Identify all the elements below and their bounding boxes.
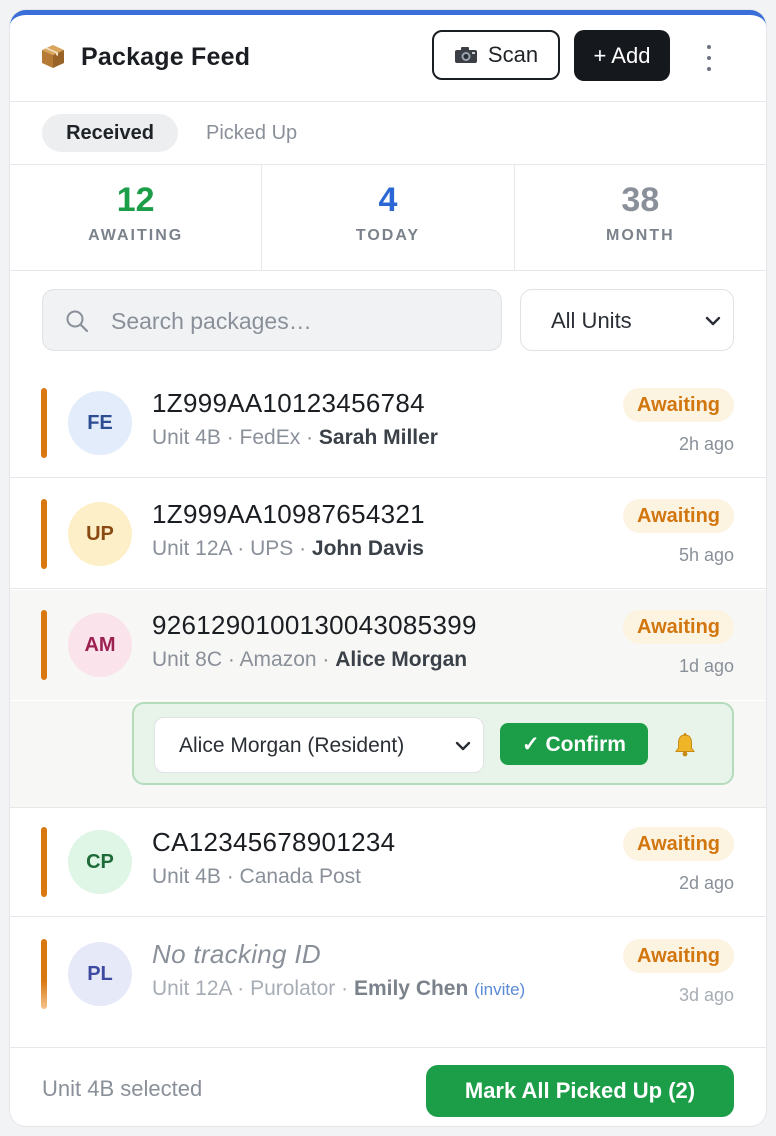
confirm-button[interactable]: ✓ Confirm	[500, 723, 648, 765]
package-meta: Unit 12A · UPS · John Davis	[152, 537, 424, 560]
status-badge: Awaiting	[623, 610, 734, 644]
carrier-avatar: CP	[68, 830, 132, 894]
carrier-avatar: PL	[68, 942, 132, 1006]
status-accent-bar	[41, 610, 47, 680]
pickup-confirm-panel: Alice Morgan (Resident) ✓ Confirm	[132, 702, 734, 785]
package-feed-card: Package Feed Scan + Add Received Picked …	[10, 10, 766, 1126]
carrier-avatar: UP	[68, 502, 132, 566]
tab-received[interactable]: Received	[42, 114, 178, 152]
pickup-by-select[interactable]: Alice Morgan (Resident)	[154, 717, 484, 773]
header: Package Feed Scan + Add	[10, 15, 766, 102]
tab-picked-up[interactable]: Picked Up	[206, 122, 297, 145]
search-icon	[66, 310, 89, 333]
timestamp: 5h ago	[678, 545, 734, 565]
stats-bar: 12 AWAITING 4 TODAY 38 MONTH	[10, 165, 766, 271]
package-row[interactable]: UP 1Z999AA10987654321 Unit 12A · UPS · J…	[10, 479, 766, 589]
tracking-number: 1Z999AA10987654321	[152, 499, 425, 529]
status-accent-bar	[41, 827, 47, 897]
tracking-number: 1Z999AA10123456784	[152, 388, 425, 418]
mark-all-picked-up-button[interactable]: Mark All Picked Up (2)	[426, 1065, 734, 1117]
status-badge: Awaiting	[623, 827, 734, 861]
status-badge: Awaiting	[623, 388, 734, 422]
stat-value: 38	[621, 181, 660, 219]
carrier-avatar: AM	[68, 613, 132, 677]
camera-icon	[454, 47, 477, 63]
timestamp: 1d ago	[678, 656, 734, 676]
package-row-selected[interactable]: AM 9261290100130043085399 Unit 8C · Amaz…	[10, 590, 766, 700]
more-options-icon[interactable]	[700, 45, 718, 71]
package-meta: Unit 4B · FedEx · Sarah Miller	[152, 426, 438, 449]
add-button[interactable]: + Add	[574, 30, 670, 81]
tracking-number: CA12345678901234	[152, 827, 396, 857]
package-row[interactable]: FE 1Z999AA10123456784 Unit 4B · FedEx · …	[10, 368, 766, 478]
selection-status: Unit 4B selected	[42, 1076, 203, 1101]
package-icon	[42, 45, 64, 68]
status-badge: Awaiting	[623, 939, 734, 973]
search-input[interactable]	[109, 304, 483, 338]
status-accent-bar	[41, 388, 47, 458]
package-meta: Unit 8C · Amazon · Alice Morgan	[152, 648, 468, 671]
unit-filter-value: All Units	[551, 308, 632, 333]
stat-month: 38 MONTH	[515, 165, 766, 270]
stat-label: MONTH	[605, 227, 675, 244]
bell-icon[interactable]	[672, 732, 698, 758]
tab-bar: Received Picked Up	[10, 102, 766, 165]
footer-bar: Unit 4B selected Mark All Picked Up (2)	[10, 1047, 766, 1126]
package-row[interactable]: CP CA12345678901234 Unit 4B · Canada Pos…	[10, 807, 766, 917]
pickup-confirm-area: Alice Morgan (Resident) ✓ Confirm	[10, 701, 766, 808]
stat-value: 12	[116, 181, 155, 219]
stat-today: 4 TODAY	[262, 165, 515, 270]
package-meta: Unit 12A · Purolator · Emily Chen (invit…	[152, 977, 526, 1000]
tracking-number: 9261290100130043085399	[152, 610, 477, 640]
package-row[interactable]: PL No tracking ID Unit 12A · Purolator ·…	[10, 919, 766, 1029]
unit-filter-select[interactable]: All Units	[520, 289, 734, 351]
status-badge: Awaiting	[623, 499, 734, 533]
invite-link[interactable]: (invite)	[474, 980, 525, 999]
stat-label: TODAY	[355, 227, 421, 244]
scan-label: Scan	[487, 42, 539, 67]
page-title: Package Feed	[81, 43, 251, 71]
pickup-by-value: Alice Morgan (Resident)	[179, 734, 405, 757]
timestamp: 2h ago	[678, 434, 734, 454]
scan-button[interactable]: Scan	[432, 30, 560, 80]
stat-label: AWAITING	[88, 227, 184, 244]
chevron-down-icon	[705, 316, 721, 326]
status-accent-bar	[41, 499, 47, 569]
timestamp: 3d ago	[678, 985, 734, 1005]
timestamp: 2d ago	[678, 873, 734, 893]
stat-awaiting: 12 AWAITING	[10, 165, 263, 270]
tracking-number: No tracking ID	[152, 939, 321, 969]
search-box	[42, 289, 502, 351]
stat-value: 4	[378, 181, 398, 219]
package-meta: Unit 4B · Canada Post	[152, 865, 361, 888]
status-accent-bar	[41, 939, 47, 1009]
carrier-avatar: FE	[68, 391, 132, 455]
chevron-down-icon	[455, 741, 471, 751]
